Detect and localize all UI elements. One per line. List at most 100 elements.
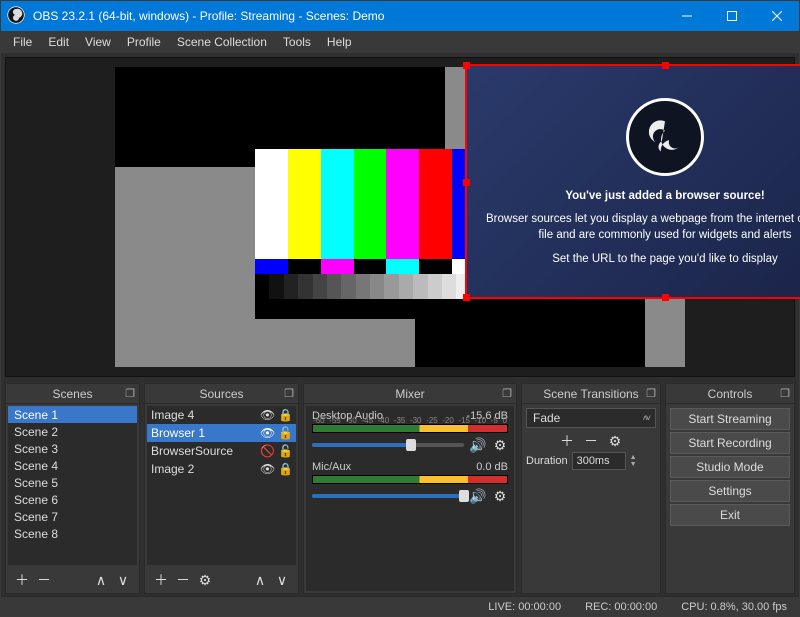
source-item[interactable]: Image 2 👁 🔒	[147, 460, 296, 478]
volume-slider[interactable]	[312, 494, 464, 498]
gear-icon: ⚙	[199, 572, 212, 589]
popout-icon[interactable]: ❐	[125, 387, 135, 400]
menu-view[interactable]: View	[77, 35, 119, 49]
exit-button[interactable]: Exit	[670, 504, 790, 526]
source-name: Image 2	[151, 462, 256, 476]
lock-toggle-icon[interactable]: 🔒	[278, 462, 292, 476]
scene-canvas[interactable]: You've just added a browser source! Brow…	[115, 67, 685, 367]
scene-item[interactable]: Scene 2	[8, 423, 137, 440]
transitions-title: Scene Transitions	[543, 387, 638, 401]
remove-transition-button[interactable]: －	[581, 432, 601, 450]
menu-file[interactable]: File	[5, 35, 40, 49]
popout-icon[interactable]: ❐	[284, 387, 294, 400]
mixer-channel: Desktop Audio-15.6 dB-60-55-50-45-40-35-…	[306, 406, 514, 457]
add-transition-button[interactable]: ＋	[557, 432, 577, 450]
minimize-button[interactable]	[664, 1, 709, 31]
remove-scene-button[interactable]: －	[34, 571, 54, 589]
source-item[interactable]: Browser 1👁🔓	[147, 424, 296, 442]
source-properties-button[interactable]: ⚙	[195, 571, 215, 589]
close-button[interactable]	[754, 1, 799, 31]
move-scene-up-button[interactable]: ∧	[91, 571, 111, 589]
popout-icon[interactable]: ❐	[780, 387, 790, 400]
scenes-list[interactable]: Scene 1Scene 2Scene 3Scene 4Scene 5Scene…	[8, 406, 137, 565]
lock-toggle-icon[interactable]: 🔓	[278, 444, 292, 458]
popout-icon[interactable]: ❐	[502, 387, 512, 400]
maximize-button[interactable]	[709, 1, 754, 31]
resize-handle[interactable]	[662, 62, 669, 69]
transition-select[interactable]: Fade ˄˅	[526, 408, 656, 428]
move-scene-down-button[interactable]: ∨	[113, 571, 133, 589]
controls-title: Controls	[708, 387, 753, 401]
resize-handle[interactable]	[662, 294, 669, 301]
browser-source-selected[interactable]: You've just added a browser source! Brow…	[465, 64, 800, 299]
lock-toggle-icon[interactable]: 🔓	[278, 426, 292, 440]
resize-handle[interactable]	[463, 294, 470, 301]
remove-source-button[interactable]: －	[173, 571, 193, 589]
add-source-button[interactable]: ＋	[151, 571, 171, 589]
scene-item[interactable]: Scene 4	[8, 457, 137, 474]
lock-toggle-icon[interactable]: 🔒	[278, 408, 292, 422]
volume-slider[interactable]	[312, 443, 464, 447]
popout-icon[interactable]: ❐	[646, 387, 656, 400]
visibility-toggle-icon[interactable]: 🚫	[260, 444, 274, 458]
duration-input[interactable]: 300ms	[572, 452, 626, 470]
scene-item[interactable]: Scene 3	[8, 440, 137, 457]
preview-area[interactable]: You've just added a browser source! Brow…	[5, 57, 795, 377]
source-item[interactable]: Image 4👁🔒	[147, 406, 296, 424]
visibility-toggle-icon[interactable]: 👁	[260, 426, 274, 440]
channel-db: 0.0 dB	[476, 461, 508, 473]
sources-panel: Sources❐ Image 4👁🔒Browser 1👁🔓BrowserSour…	[144, 383, 299, 594]
speaker-icon[interactable]: 🔊	[470, 488, 486, 504]
gear-icon[interactable]: ⚙	[492, 488, 508, 504]
menubar: File Edit View Profile Scene Collection …	[1, 31, 799, 53]
add-scene-button[interactable]: ＋	[12, 571, 32, 589]
scene-item[interactable]: Scene 6	[8, 491, 137, 508]
start-recording-button[interactable]: Start Recording	[670, 432, 790, 454]
obs-logo-icon	[626, 98, 704, 176]
transitions-panel: Scene Transitions ❐ Fade ˄˅ ＋ － ⚙ Duratio…	[521, 383, 661, 594]
scene-item[interactable]: Scene 1	[8, 406, 137, 423]
scene-item[interactable]: Scene 7	[8, 508, 137, 525]
duration-spinner[interactable]: ▲▼	[630, 454, 637, 468]
menu-profile[interactable]: Profile	[119, 35, 169, 49]
menu-tools[interactable]: Tools	[275, 35, 319, 49]
gear-icon[interactable]: ⚙	[492, 437, 508, 453]
move-source-down-button[interactable]: ∨	[272, 571, 292, 589]
source-item[interactable]: BrowserSource🚫🔓	[147, 442, 296, 460]
resize-handle[interactable]	[463, 62, 470, 69]
menu-edit[interactable]: Edit	[40, 35, 77, 49]
speaker-icon[interactable]: 🔊	[470, 437, 486, 453]
status-bar: LIVE: 00:00:00 REC: 00:00:00 CPU: 0.8%, …	[1, 596, 799, 616]
browser-help-line3: Set the URL to the page you'd like to di…	[552, 253, 778, 265]
start-streaming-button[interactable]: Start Streaming	[670, 408, 790, 430]
vu-meter: -60-55-50-45-40-35-30-25-20-15-10-50	[312, 424, 508, 433]
status-rec: REC: 00:00:00	[585, 601, 657, 613]
resize-handle[interactable]	[463, 179, 470, 186]
visibility-toggle-icon[interactable]: 👁	[260, 462, 274, 476]
sources-list[interactable]: Image 4👁🔒Browser 1👁🔓BrowserSource🚫🔓Image…	[147, 406, 296, 565]
test-pattern-source	[255, 149, 485, 319]
mixer-title: Mixer	[395, 387, 424, 401]
window-title: OBS 23.2.1 (64-bit, windows) - Profile: …	[33, 9, 664, 23]
mixer-panel: Mixer ❐ Desktop Audio-15.6 dB-60-55-50-45…	[303, 383, 517, 594]
studio-mode-button[interactable]: Studio Mode	[670, 456, 790, 478]
visibility-toggle-icon[interactable]: 👁	[260, 408, 274, 422]
menu-scene-collection[interactable]: Scene Collection	[169, 35, 275, 49]
scene-item[interactable]: Scene 8	[8, 525, 137, 542]
vu-meter	[312, 475, 508, 484]
docks-row: Scenes❐ Scene 1Scene 2Scene 3Scene 4Scen…	[1, 381, 799, 596]
mixer-channel: Mic/Aux 0.0 dB 🔊 ⚙	[306, 457, 514, 508]
browser-help-line2: Browser sources let you display a webpag…	[481, 212, 800, 243]
status-live: LIVE: 00:00:00	[488, 601, 561, 613]
duration-label: Duration	[526, 455, 568, 467]
scenes-title: Scenes	[52, 387, 92, 401]
move-source-up-button[interactable]: ∧	[250, 571, 270, 589]
scene-item[interactable]: Scene 5	[8, 474, 137, 491]
transition-properties-button[interactable]: ⚙	[605, 432, 625, 450]
settings-button[interactable]: Settings	[670, 480, 790, 502]
menu-help[interactable]: Help	[319, 35, 360, 49]
titlebar[interactable]: OBS 23.2.1 (64-bit, windows) - Profile: …	[1, 1, 799, 31]
status-cpu: CPU: 0.8%, 30.00 fps	[681, 601, 787, 613]
channel-name: Mic/Aux	[312, 461, 351, 473]
sources-title: Sources	[199, 387, 243, 401]
